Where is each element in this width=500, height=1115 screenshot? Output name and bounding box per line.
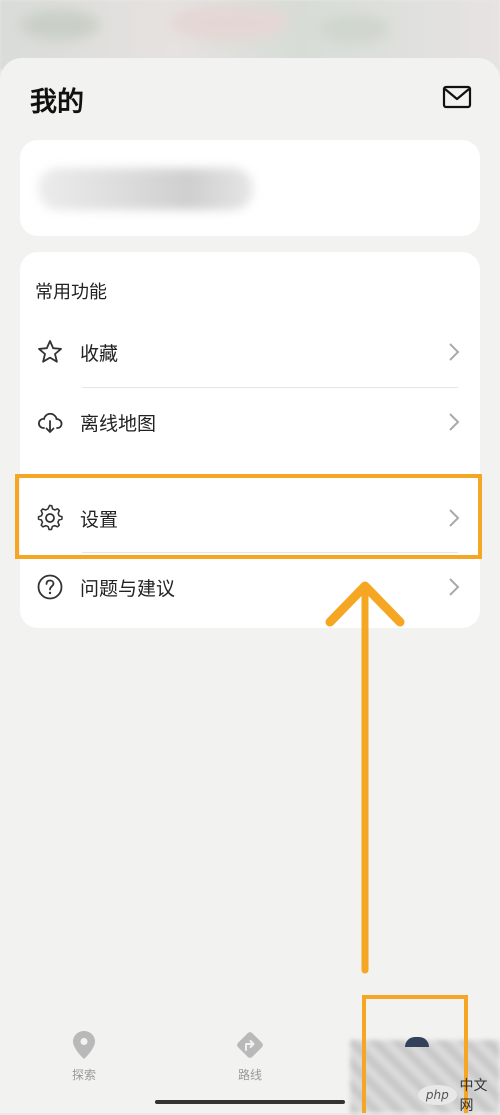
watermark-site: 中文网 xyxy=(459,1078,488,1114)
profile-sheet: 我的 常用功能 收藏 离线地图 设置 问题与建议 xyxy=(0,58,500,1113)
tab-route[interactable]: 路线 xyxy=(210,1030,290,1083)
divider xyxy=(82,457,458,458)
menu-item-label: 问题与建议 xyxy=(80,578,176,600)
location-pin-icon xyxy=(73,1031,95,1059)
settings-highlight-annotation xyxy=(15,474,482,559)
menu-item-label: 离线地图 xyxy=(80,413,157,435)
tab-label: 路线 xyxy=(237,1068,262,1082)
star-icon xyxy=(38,340,62,363)
menu-item-favorites[interactable]: 收藏 xyxy=(20,322,480,382)
cloud-download-icon xyxy=(38,412,63,433)
up-arrow-annotation xyxy=(325,581,405,974)
route-icon xyxy=(237,1032,263,1058)
divider xyxy=(82,387,458,388)
profile-card[interactable] xyxy=(20,140,480,236)
page-title: 我的 xyxy=(30,87,84,118)
section-title: 常用功能 xyxy=(35,282,107,303)
mail-icon[interactable] xyxy=(442,84,472,110)
question-icon xyxy=(37,574,63,600)
chevron-right-icon xyxy=(449,343,460,361)
blurred-username xyxy=(38,168,253,210)
common-functions-card: 常用功能 收藏 离线地图 设置 问题与建议 xyxy=(20,252,480,628)
menu-item-label: 收藏 xyxy=(80,343,119,365)
chevron-right-icon xyxy=(449,578,460,596)
tab-label: 探索 xyxy=(71,1068,96,1082)
menu-item-offline-maps[interactable]: 离线地图 xyxy=(20,392,480,452)
menu-item-feedback[interactable]: 问题与建议 xyxy=(20,557,480,617)
page-header: 我的 xyxy=(30,80,472,120)
watermark-php: php xyxy=(418,1085,457,1105)
chevron-right-icon xyxy=(449,413,460,431)
home-indicator xyxy=(155,1100,345,1104)
watermark-logo: php 中文网 xyxy=(418,1078,500,1114)
tab-explore[interactable]: 探索 xyxy=(44,1030,124,1083)
